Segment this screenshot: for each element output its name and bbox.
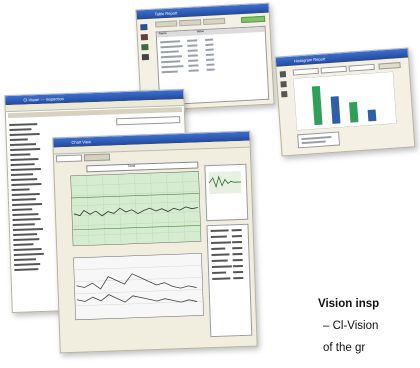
tool-icon[interactable] [140,33,149,41]
window-title: Histogram Report [293,56,326,64]
side-panel [204,163,249,222]
tool-icon[interactable] [281,91,288,98]
search-box[interactable] [116,116,181,126]
caption-title: Vision insp [318,298,380,310]
filter-field[interactable] [348,63,375,72]
bar [349,101,359,123]
column-header: Value [196,29,205,34]
histogram-report-window[interactable]: Histogram Report [274,47,416,157]
tool-icon[interactable] [279,71,287,78]
trend-chart-window[interactable]: Chart View Trend [52,130,258,354]
tool-icon[interactable] [141,53,150,61]
filter-field[interactable] [320,65,347,74]
bar-chart [293,71,397,131]
readout-list [206,223,253,338]
caption-line-2: of the gr [323,342,366,354]
tab-button[interactable] [203,17,226,26]
chart-title: Trend [127,163,136,168]
table-header: Name Value [156,26,265,38]
trend-chart-lower [73,253,204,321]
toolbar-icons [140,23,153,74]
bar [367,109,377,122]
tab-button-active[interactable] [240,15,266,24]
properties-list [9,121,55,306]
tab-button[interactable] [55,154,83,163]
tab-strip [55,153,116,163]
filter-field[interactable] [292,67,319,76]
tool-icon[interactable] [280,81,287,88]
trend-chart-upper [70,171,202,247]
tab-button[interactable] [179,19,202,27]
window-title: Table Report [154,10,178,17]
tab-button[interactable] [83,153,111,162]
run-button[interactable] [378,62,401,70]
tool-icon[interactable] [141,43,149,51]
toolbar-icons [279,71,291,111]
tool-icon[interactable] [140,23,148,31]
tab-button[interactable] [155,20,178,28]
column-header: Name [158,30,167,36]
legend-box [297,131,341,149]
caption-line-1: – Cl-Vision [323,320,379,332]
